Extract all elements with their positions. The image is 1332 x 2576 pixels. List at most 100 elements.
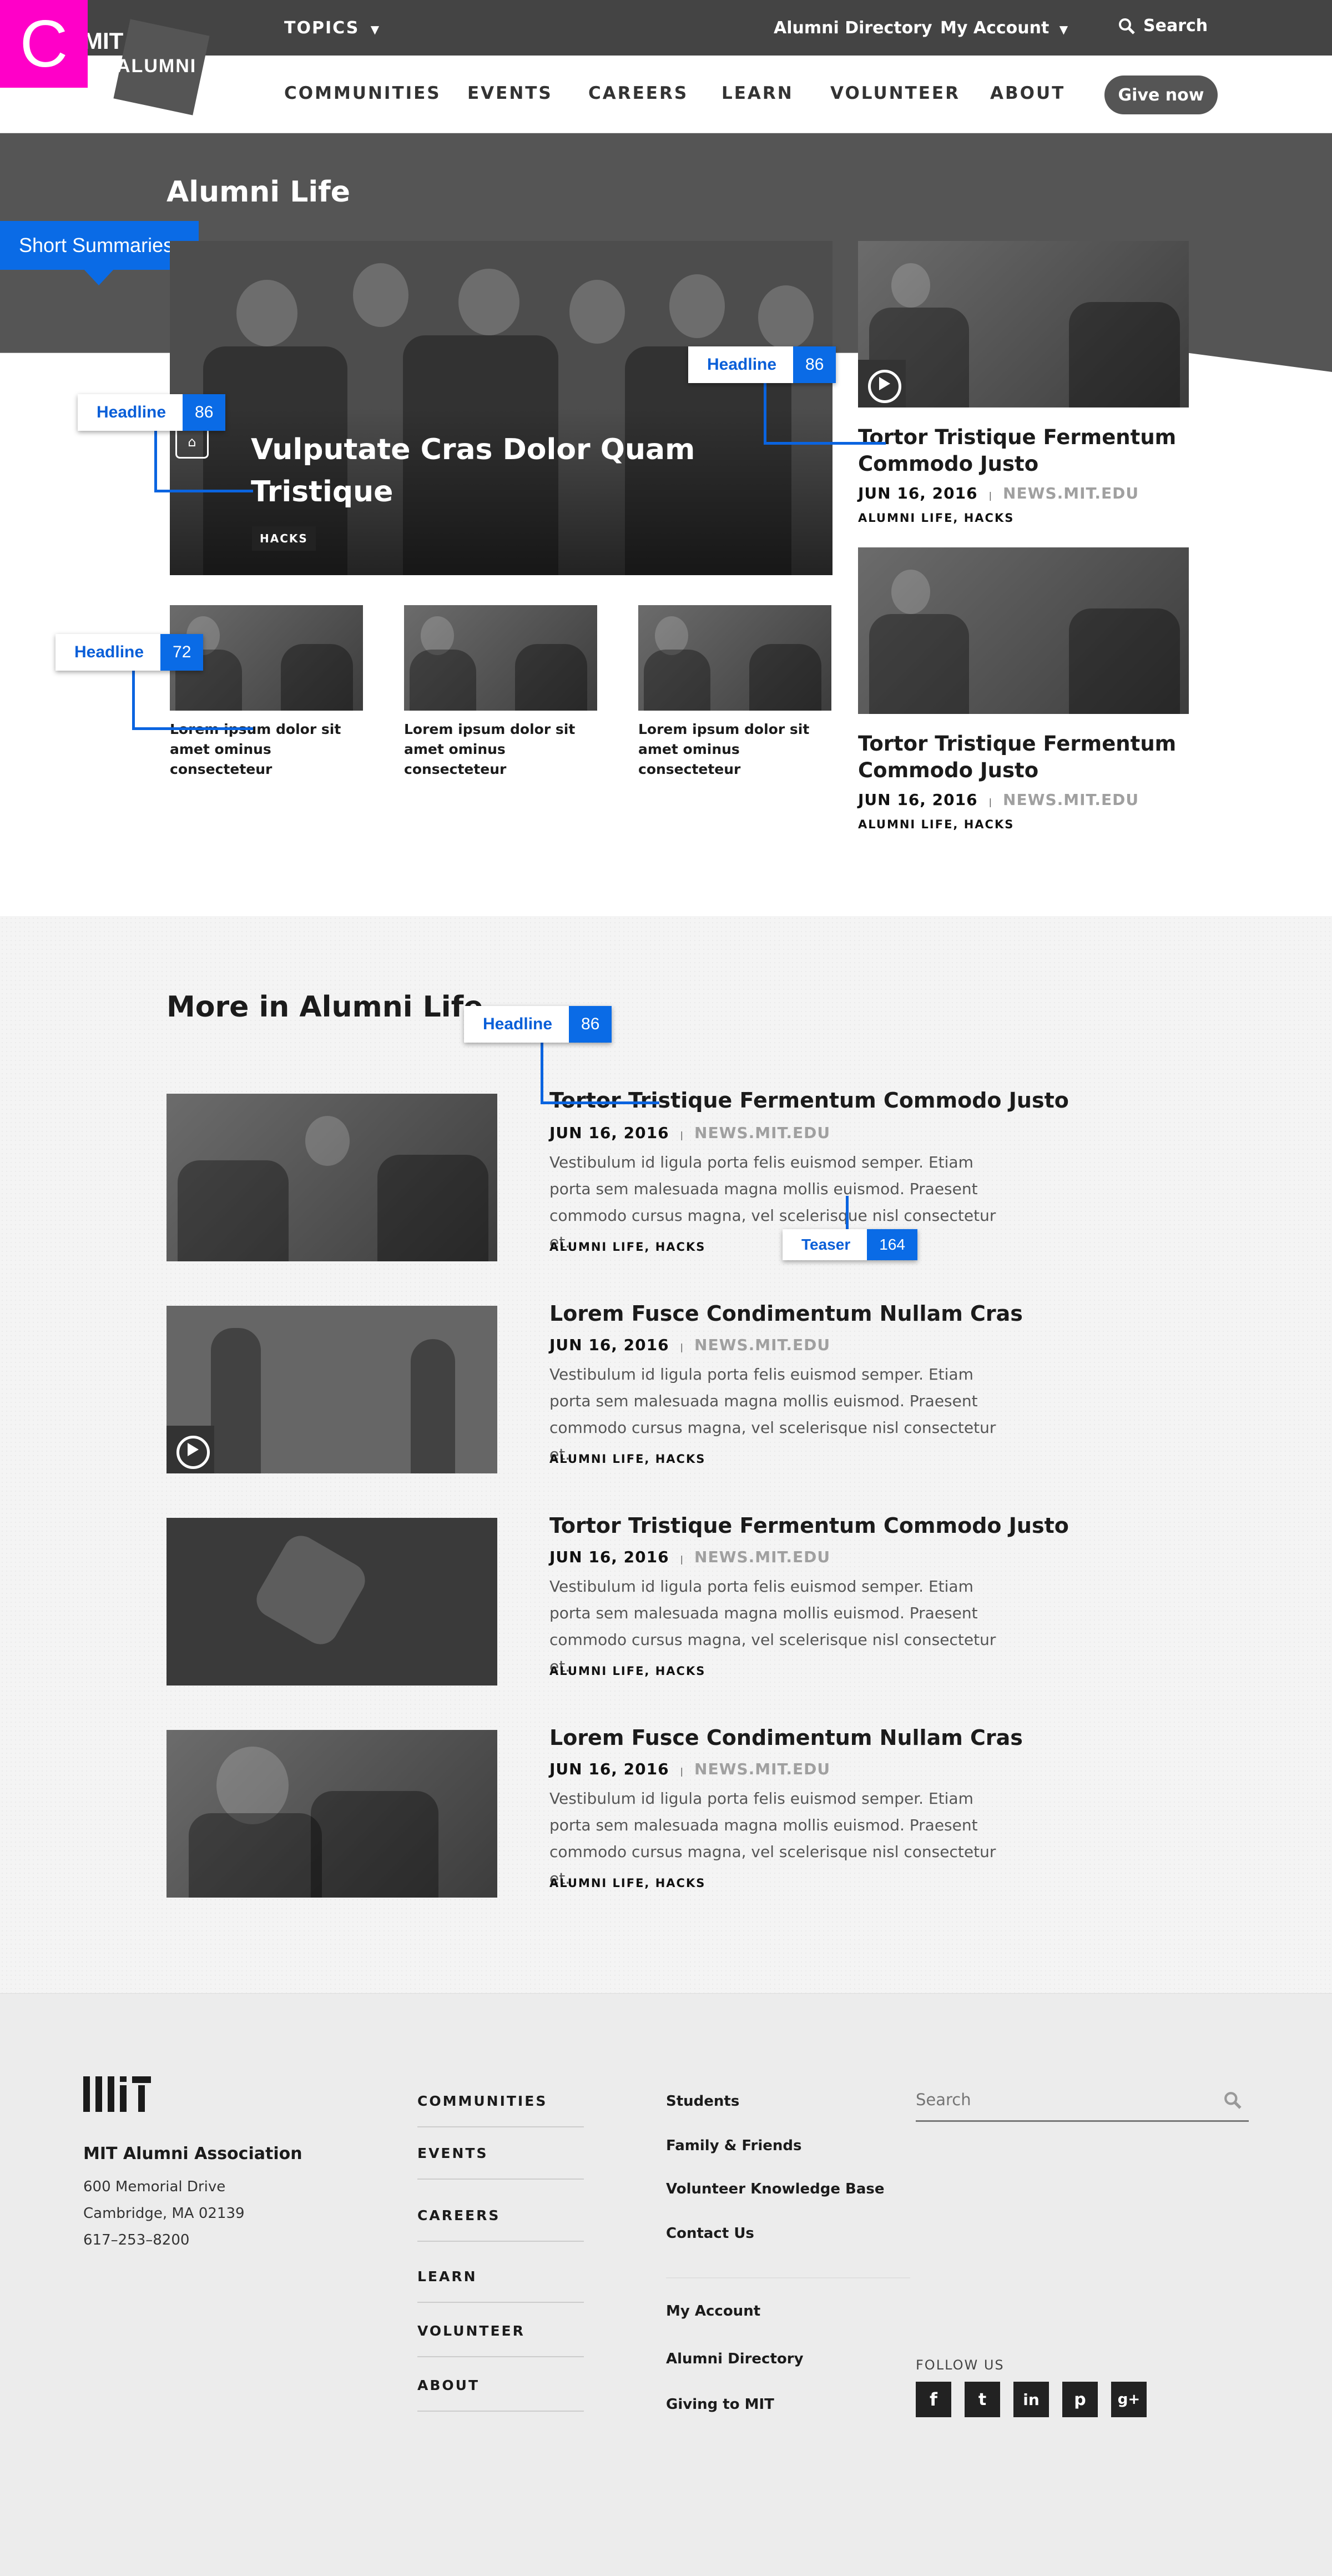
list-item-date: JUN 16, 2016 [549,1336,669,1354]
nav-about[interactable]: ABOUT [990,83,1065,103]
teaser-annotation: Teaser 164 [783,1229,917,1260]
list-item-image [167,1730,497,1898]
short-summaries-label: Short Summaries [19,234,174,256]
list-item-source[interactable]: NEWS.MIT.EDU [694,1760,830,1778]
footer-address-line2: Cambridge, MA 02139 [83,2205,245,2222]
side-card-headline[interactable]: Tortor Tristique Fermentum Commodo Justo [858,424,1189,477]
google-plus-icon[interactable]: g+ [1111,2382,1147,2417]
footer-nav-careers[interactable]: CAREERS [417,2207,584,2242]
nav-events[interactable]: EVENTS [467,83,553,103]
pinterest-icon[interactable]: p [1062,2382,1098,2417]
version-badge: C [0,0,88,88]
linkedin-icon[interactable]: in [1013,2382,1049,2417]
small-card[interactable]: Lorem ipsum dolor sit amet ominus consec… [170,605,363,779]
my-account-menu[interactable]: My Account ▼ [940,18,1068,38]
footer-nav-volunteer[interactable]: VOLUNTEER [417,2323,584,2357]
list-item-headline[interactable]: Tortor Tristique Fermentum Commodo Justo [549,1088,1069,1113]
list-item-headline[interactable]: Lorem Fusce Condimentum Nullam Cras [549,1725,1023,1750]
headline-annotation: Headline 86 [464,1006,612,1043]
list-item[interactable]: Lorem Fusce Condimentum Nullam Cras JUN … [167,1301,1023,1473]
footer-link-family[interactable]: Family & Friends [666,2137,885,2181]
footer-link-students[interactable]: Students [666,2093,885,2137]
annotation-label: Teaser [801,1236,851,1253]
tab-pointer [83,269,114,285]
list-item-headline[interactable]: Tortor Tristique Fermentum Commodo Justo [549,1513,1069,1538]
nav-careers[interactable]: CAREERS [588,83,688,103]
side-card-tags[interactable]: ALUMNI LIFE, HACKS [858,511,1189,525]
footer-phone: 617–253–8200 [83,2232,190,2248]
alumni-directory-link[interactable]: Alumni Directory [774,18,932,38]
nav-learn[interactable]: LEARN [722,83,794,103]
footer-search[interactable] [916,2081,1249,2122]
list-item-tags[interactable]: ALUMNI LIFE, HACKS [549,1664,705,1678]
list-item-tags[interactable]: ALUMNI LIFE, HACKS [549,1876,705,1890]
search-icon[interactable] [1223,2091,1242,2110]
meta-divider: | [680,1766,684,1777]
feature-tag[interactable]: HACKS [252,526,316,551]
headline-annotation: Headline 72 [56,634,204,671]
logo-alumni: ALUMNI [117,56,197,77]
small-card-image [404,605,597,711]
footer-link-directory[interactable]: Alumni Directory [666,2351,804,2396]
small-card[interactable]: Lorem ipsum dolor sit amet ominus consec… [404,605,597,779]
meta-divider: | [680,1342,684,1352]
twitter-icon[interactable]: t [965,2382,1000,2417]
list-item-image [167,1306,497,1473]
footer-link-contact[interactable]: Contact Us [666,2225,885,2270]
list-item-source[interactable]: NEWS.MIT.EDU [694,1124,830,1142]
footer-address-line1: 600 Memorial Drive [83,2178,226,2195]
annotation-connector [764,382,766,444]
footer-link-giving[interactable]: Giving to MIT [666,2396,804,2442]
list-item[interactable]: Lorem Fusce Condimentum Nullam Cras JUN … [167,1725,1023,1898]
annotation-connector [764,442,886,445]
footer-nav-communities[interactable]: COMMUNITIES [417,2093,584,2127]
annotation-count: 72 [160,634,204,671]
give-now-button[interactable]: Give now [1104,76,1218,114]
list-item-tags[interactable]: ALUMNI LIFE, HACKS [549,1452,705,1466]
annotation-label: Headline [483,1015,553,1033]
side-card-tags[interactable]: ALUMNI LIFE, HACKS [858,818,1189,831]
list-item[interactable]: Tortor Tristique Fermentum Commodo Justo… [167,1513,1069,1686]
annotation-connector [154,490,253,492]
list-item-tags[interactable]: ALUMNI LIFE, HACKS [549,1240,705,1254]
topics-label: TOPICS [284,18,360,38]
small-card-text: Lorem ipsum dolor sit amet ominus consec… [404,721,576,777]
list-item-headline[interactable]: Lorem Fusce Condimentum Nullam Cras [549,1301,1023,1326]
footer-link-knowledge-base[interactable]: Volunteer Knowledge Base [666,2181,885,2225]
facebook-icon[interactable]: f [916,2382,951,2417]
footer-nav-learn[interactable]: LEARN [417,2268,584,2303]
footer-nav-about[interactable]: ABOUT [417,2377,584,2412]
footer-search-input[interactable] [916,2087,1204,2112]
annotation-count: 86 [793,346,836,383]
list-item-date: JUN 16, 2016 [549,1124,669,1142]
side-card[interactable]: Tortor Tristique Fermentum Commodo Justo… [858,241,1189,525]
side-card-source[interactable]: NEWS.MIT.EDU [1003,484,1139,502]
side-card-source[interactable]: NEWS.MIT.EDU [1003,791,1139,809]
list-item-source[interactable]: NEWS.MIT.EDU [694,1548,830,1566]
search-link[interactable]: Search [1118,16,1208,36]
footer-link-account[interactable]: My Account [666,2303,804,2351]
play-icon[interactable] [167,1426,214,1473]
topics-menu[interactable]: TOPICS ▼ [284,18,380,38]
short-summaries-tab: Short Summaries [0,221,199,270]
side-card-headline[interactable]: Tortor Tristique Fermentum Commodo Justo [858,731,1189,784]
annotation-connector [154,430,157,492]
side-card[interactable]: Tortor Tristique Fermentum Commodo Justo… [858,547,1189,831]
list-item-source[interactable]: NEWS.MIT.EDU [694,1336,830,1354]
feature-card[interactable]: ⌂ Vulputate Cras Dolor Quam Tristique HA… [170,241,833,575]
feature-headline[interactable]: Vulputate Cras Dolor Quam Tristique [251,429,728,513]
hero-title: Alumni Life [167,175,351,209]
annotation-label: Headline [74,643,144,661]
small-card[interactable]: Lorem ipsum dolor sit amet ominus consec… [638,605,831,779]
headline-annotation: Headline 86 [78,394,226,431]
chevron-down-icon: ▼ [1059,23,1068,36]
play-icon[interactable] [858,360,906,407]
footer-nav-events[interactable]: EVENTS [417,2145,584,2180]
list-item-date: JUN 16, 2016 [549,1548,669,1566]
annotation-label: Headline [97,403,167,421]
list-item-date: JUN 16, 2016 [549,1760,669,1778]
annotation-connector [541,1043,543,1104]
nav-communities[interactable]: COMMUNITIES [284,83,441,103]
nav-volunteer[interactable]: VOLUNTEER [830,83,960,103]
footer-nav-secondary: Students Family & Friends Volunteer Know… [666,2093,885,2270]
